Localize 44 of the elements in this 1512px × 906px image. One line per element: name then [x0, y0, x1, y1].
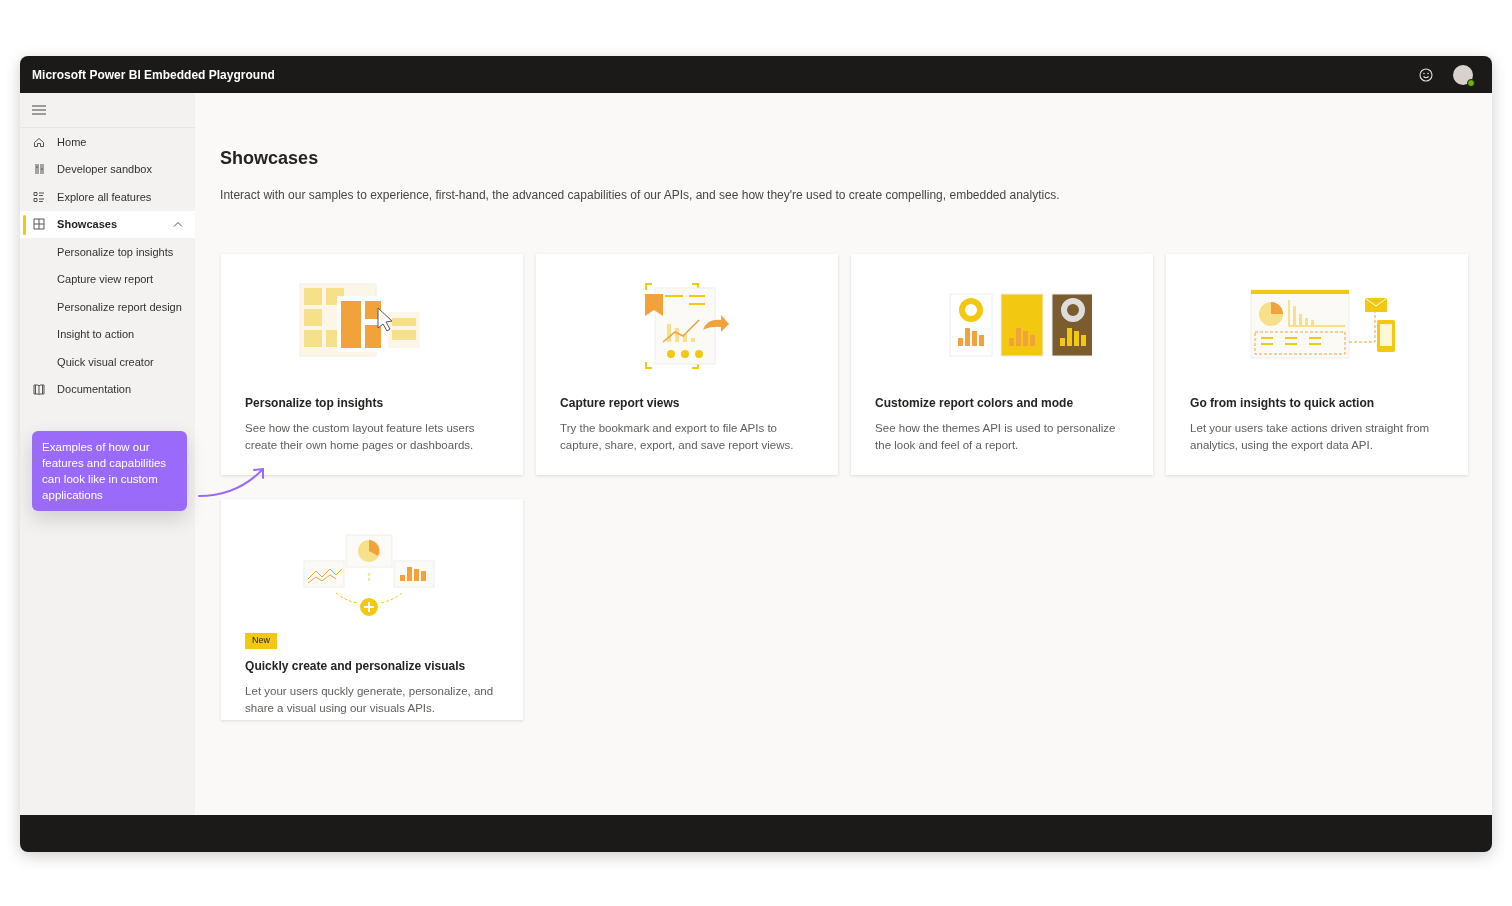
window-title: Microsoft Power BI Embedded Playground [32, 66, 275, 84]
card-title: Personalize top insights [245, 395, 385, 413]
sidebar-subitem[interactable]: Quick visual creator [20, 348, 196, 376]
showcase-card[interactable]: Personalize top insights See how the custom layout feature lets users create their own home pages or dashboards. [221, 254, 524, 476]
sidebar-subitem[interactable]: Insight to action [20, 320, 196, 349]
sidebar-item[interactable]: Home [20, 128, 196, 156]
card-description: See how the themes API is used to personalize the look and feel of a report. [875, 421, 1117, 454]
showcase-card[interactable]: Go from insights to quick action Let your users take actions driven straight from analytics, using the export data API. [1166, 254, 1469, 476]
tools-icon [33, 163, 46, 176]
page-title: Showcases [220, 147, 320, 171]
card-description: Try the bookmark and export to file APIs to capture, share, export, and save report views. [560, 421, 795, 454]
callout-tooltip: Examples of how our features and capabilities can look like in custom applications [32, 431, 188, 512]
sidebar-item[interactable]: Documentation [20, 375, 196, 404]
book-icon [33, 383, 46, 396]
home-icon [33, 135, 46, 148]
card-title: Quickly create and personalize visuals [245, 657, 467, 675]
menu-icon [32, 105, 47, 116]
grid-icon [33, 218, 46, 231]
sidebar-subitem[interactable]: Capture view report [20, 265, 196, 294]
showcase-card[interactable]: Capture report views Try the bookmark and export to file APIs to capture, share, export, and save report views. [536, 254, 839, 476]
sidebar-item[interactable]: Explore all features [20, 183, 196, 211]
page-description: Interact with our samples to experience, first-hand, the advanced capabilities of our APIs, and see how they're used to create compelling, embedded analytics. [220, 187, 1061, 205]
dashed-connector [335, 572, 403, 604]
card-description: See how the custom layout feature lets users create their own home pages or dashboards. [245, 421, 476, 454]
list-icon [33, 190, 46, 203]
sidebar-item[interactable]: Showcases [20, 210, 196, 239]
sidebar-item[interactable]: Developer sandbox [20, 155, 196, 184]
card-title: Capture report views [560, 395, 681, 413]
showcase-card[interactable]: New Quickly create and personalize visuals Let your users quckly generate, personalize, and share a visual using our visuals APIs. [221, 499, 524, 721]
plus-icon [360, 598, 379, 617]
sidebar-subitem[interactable]: Personalize top insights [20, 238, 196, 266]
avatar[interactable] [1453, 64, 1474, 85]
card-description: Let your users quckly generate, personalize, and share a visual using our visuals APIs. [245, 683, 495, 716]
card-description: Let your users take actions driven straight from analytics, using the export data API. [1190, 421, 1431, 454]
selection-indicator [23, 214, 27, 235]
showcase-card[interactable]: Customize report colors and mode See how the themes API is used to personalize the look and feel of a report. [851, 254, 1154, 476]
card-title: Customize report colors and mode [875, 395, 1075, 413]
pie-chart-tile-icon [345, 534, 393, 568]
sidebar-subitem[interactable]: Personalize report design [20, 293, 196, 321]
line-chart-tile-icon [303, 560, 345, 588]
smiley-icon[interactable] [1419, 67, 1434, 82]
bar-chart-tile-icon [393, 560, 435, 588]
card-title: Go from insights to quick action [1190, 395, 1376, 413]
new-badge: New [245, 633, 278, 649]
